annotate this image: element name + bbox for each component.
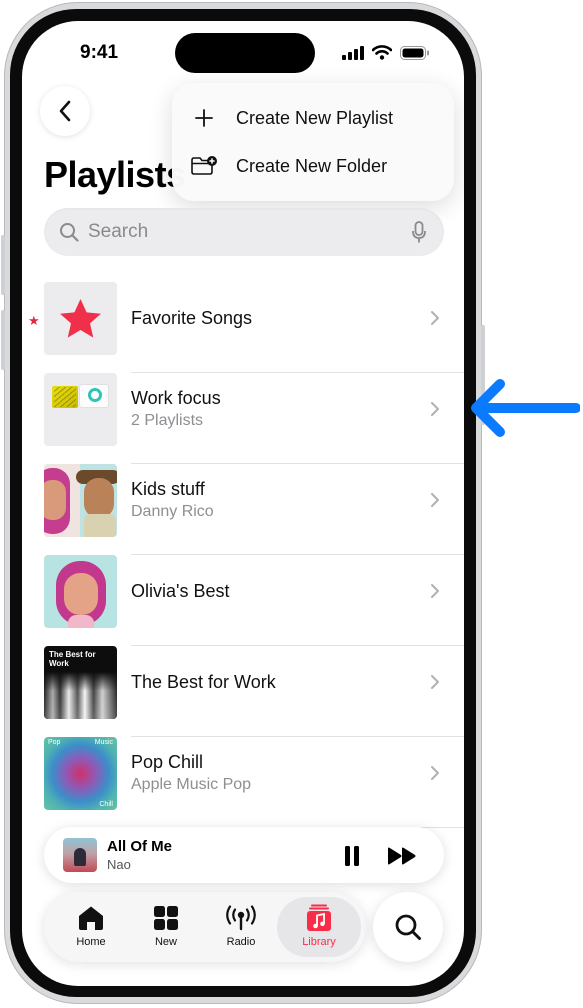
wifi-icon bbox=[372, 45, 392, 60]
artwork-caption: Chill bbox=[99, 801, 113, 808]
pop-chill-artwork: Pop Music Chill bbox=[44, 737, 117, 810]
favorite-star-icon: ★ bbox=[28, 313, 40, 328]
chevron-right-icon bbox=[431, 311, 439, 325]
search-placeholder: Search bbox=[88, 221, 149, 242]
tab-library[interactable]: Library bbox=[289, 892, 349, 962]
playlist-name: Olivia's Best bbox=[131, 581, 230, 601]
tab-label: Library bbox=[302, 936, 336, 948]
artwork-caption: Pop bbox=[48, 739, 61, 746]
artwork-caption: The Best for Work bbox=[49, 650, 96, 668]
playlist-list: ★ Favorite Songs Work focus 2 Playlists … bbox=[28, 282, 464, 828]
list-item[interactable]: The Best for Work The Best for Work bbox=[44, 646, 464, 737]
status-icons bbox=[342, 45, 430, 60]
status-time: 9:41 bbox=[80, 42, 119, 63]
playlist-subtitle: Apple Music Pop bbox=[131, 776, 252, 793]
volume-button bbox=[1, 310, 5, 370]
context-menu: Create New Playlist Create New Folder bbox=[172, 83, 454, 201]
star-icon bbox=[60, 299, 101, 338]
tab-label: New bbox=[154, 936, 177, 948]
create-new-folder-item[interactable]: Create New Folder bbox=[172, 143, 454, 189]
volume-button bbox=[1, 235, 5, 295]
now-playing-title: All Of Me bbox=[107, 838, 173, 855]
battery-icon bbox=[400, 45, 429, 60]
list-item[interactable]: Work focus 2 Playlists bbox=[44, 373, 464, 464]
chevron-right-icon bbox=[431, 402, 439, 416]
olivias-best-artwork bbox=[44, 555, 117, 628]
playlist-name: Work focus bbox=[131, 388, 221, 408]
chevron-left-icon bbox=[59, 100, 71, 122]
search-tab-button[interactable] bbox=[373, 892, 443, 962]
create-new-playlist-item[interactable]: Create New Playlist bbox=[172, 95, 454, 141]
search-icon bbox=[395, 914, 421, 940]
tab-label: Radio bbox=[226, 936, 256, 948]
tab-label: Home bbox=[76, 936, 106, 948]
folder-plus-icon bbox=[172, 155, 236, 177]
work-focus-artwork bbox=[44, 373, 117, 446]
menu-item-label: Create New Folder bbox=[236, 155, 388, 176]
dynamic-island bbox=[175, 33, 315, 73]
pause-icon[interactable] bbox=[344, 846, 360, 866]
artwork-caption: Music bbox=[94, 739, 113, 746]
page-title: Playlists bbox=[44, 154, 186, 195]
chevron-right-icon bbox=[431, 493, 439, 507]
playlist-name: The Best for Work bbox=[131, 672, 276, 692]
microphone-icon[interactable] bbox=[412, 221, 426, 244]
plus-icon bbox=[172, 109, 236, 127]
library-icon bbox=[306, 904, 332, 932]
tab-home[interactable]: Home bbox=[61, 892, 121, 962]
search-input[interactable]: Search bbox=[44, 208, 444, 256]
callout-arrow-icon bbox=[471, 379, 580, 437]
menu-item-label: Create New Playlist bbox=[236, 107, 394, 128]
tab-bar: Home New Radio Library bbox=[44, 892, 366, 962]
now-playing-artist: Nao bbox=[107, 857, 131, 872]
playlist-subtitle: 2 Playlists bbox=[131, 412, 204, 429]
search-icon bbox=[60, 223, 79, 242]
now-playing-artwork bbox=[63, 838, 97, 872]
radio-icon bbox=[224, 904, 258, 932]
playlist-subtitle: Danny Rico bbox=[131, 503, 214, 520]
chevron-right-icon bbox=[431, 584, 439, 598]
cellular-signal-icon bbox=[342, 45, 364, 60]
best-for-work-artwork: The Best for Work bbox=[44, 646, 117, 719]
home-icon bbox=[77, 904, 105, 932]
chevron-right-icon bbox=[431, 766, 439, 780]
list-item[interactable]: Kids stuff Danny Rico bbox=[44, 464, 464, 555]
list-item[interactable]: Pop Music Chill Pop Chill Apple Music Po… bbox=[44, 737, 464, 828]
playlist-name: Pop Chill bbox=[131, 752, 204, 772]
grid-icon bbox=[153, 904, 179, 932]
favorite-songs-artwork bbox=[44, 282, 117, 355]
chevron-right-icon bbox=[431, 675, 439, 689]
tab-new[interactable]: New bbox=[136, 892, 196, 962]
fast-forward-icon[interactable] bbox=[387, 847, 417, 865]
tab-radio[interactable]: Radio bbox=[211, 892, 271, 962]
playlist-name: Kids stuff bbox=[131, 479, 205, 499]
playlist-name: Favorite Songs bbox=[131, 308, 253, 328]
list-item[interactable]: Olivia's Best bbox=[44, 555, 464, 646]
mini-player[interactable]: All Of Me Nao bbox=[44, 827, 444, 883]
kids-stuff-artwork bbox=[44, 464, 117, 537]
list-item[interactable]: ★ Favorite Songs bbox=[28, 282, 464, 373]
screen: 9:41 Playlists Create New Playlist Creat… bbox=[22, 21, 464, 986]
back-button[interactable] bbox=[40, 86, 90, 136]
